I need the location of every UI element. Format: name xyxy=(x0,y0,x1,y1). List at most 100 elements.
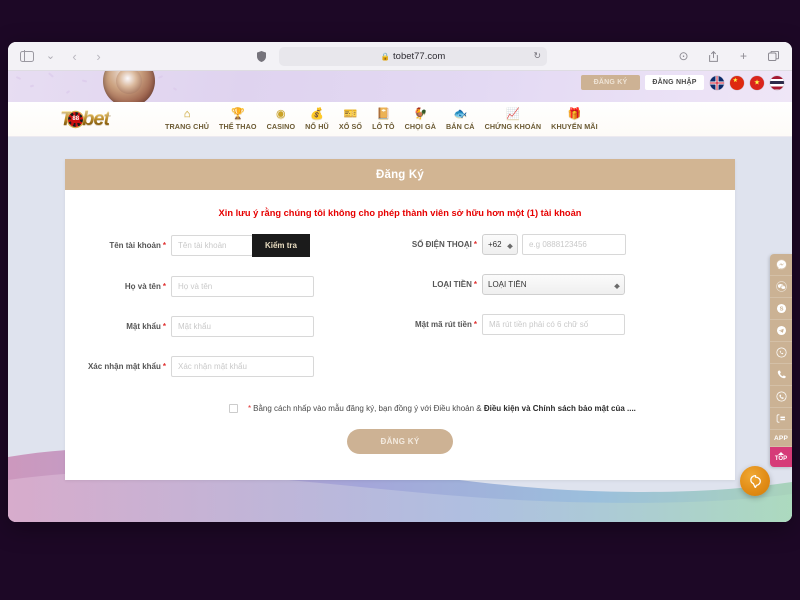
toolbar-right-controls: ⊙ + xyxy=(675,48,782,65)
check-username-button[interactable]: Kiểm tra xyxy=(252,234,310,257)
language-flag-cn[interactable]: ★ xyxy=(730,75,744,90)
field-row-currency: LOẠI TIỀN * LOẠI TIỀN xyxy=(400,274,717,295)
nav-item-xo-so[interactable]: 🎫 XỔ SỐ xyxy=(334,108,367,131)
whatsapp-icon[interactable] xyxy=(770,342,792,364)
chat-bubble-icon xyxy=(749,474,761,488)
register-button[interactable]: ĐĂNG KÝ xyxy=(581,75,640,90)
required-marker: * xyxy=(162,322,166,331)
roulette-wheel-graphic xyxy=(103,71,155,102)
required-marker: * xyxy=(162,282,166,291)
submit-row: ĐĂNG KÝ xyxy=(65,413,735,480)
wechat-icon[interactable] xyxy=(770,276,792,298)
registration-form: Tên tài khoản* Kiểm tra Họ và tên* xyxy=(65,234,735,396)
live-chat-button[interactable] xyxy=(740,466,770,496)
privacy-shield-icon[interactable] xyxy=(253,48,270,65)
site-top-bar: ĐĂNG KÝ ĐĂNG NHẬP ★ ★ xyxy=(8,71,792,102)
nav-label: XỔ SỐ xyxy=(338,121,363,131)
browser-toolbar: ⌄ ‹ › 🔒 tobet77.com ↻ ⊙ + xyxy=(8,42,792,71)
login-button[interactable]: ĐĂNG NHẬP xyxy=(645,75,704,90)
gift-icon: 🎁 xyxy=(567,107,582,120)
nav-items-list: ⌂ TRANG CHỦ 🏆 THỂ THAO ◉ CASINO 💰 NỔ HŨ … xyxy=(160,108,603,131)
terms-bullet: * xyxy=(248,404,252,413)
fullname-input[interactable] xyxy=(171,276,314,297)
password-input[interactable] xyxy=(171,316,314,337)
reload-icon[interactable]: ↻ xyxy=(533,51,541,62)
language-flag-th[interactable] xyxy=(770,75,784,90)
nav-label: THỂ THAO xyxy=(219,121,257,131)
viber-icon[interactable] xyxy=(770,386,792,408)
sidebar-chevron-down-icon[interactable]: ⌄ xyxy=(42,48,59,65)
banner-artwork xyxy=(8,71,338,102)
field-row-password: Mật khẩu * xyxy=(83,316,400,337)
telegram-icon[interactable] xyxy=(770,320,792,342)
label-username: Tên tài khoản * xyxy=(109,241,166,250)
registration-title: Đăng Ký xyxy=(65,159,735,190)
country-code-select[interactable]: +62 xyxy=(482,234,518,255)
field-row-confirm-password: Xác nhận mật khẩu * xyxy=(83,356,400,377)
terms-text-link[interactable]: Điều kiện và Chính sách bảo mật của .... xyxy=(484,404,636,413)
site-logo[interactable]: T 88 bet xyxy=(60,107,146,132)
confirm-password-input[interactable] xyxy=(171,356,314,377)
qr-code-icon[interactable] xyxy=(770,408,792,430)
new-tab-icon[interactable]: + xyxy=(735,48,752,65)
language-flag-uk[interactable] xyxy=(710,75,724,90)
currency-select[interactable]: LOẠI TIỀN xyxy=(482,274,625,295)
withdraw-pin-input[interactable] xyxy=(482,314,625,335)
country-code-wrapper: +62 xyxy=(482,234,518,255)
terms-checkbox[interactable] xyxy=(229,404,238,413)
browser-window: ⌄ ‹ › 🔒 tobet77.com ↻ ⊙ + ĐĂNG KÝ ĐĂNG N… xyxy=(8,42,792,522)
tab-overview-icon[interactable] xyxy=(765,48,782,65)
nav-label: CHỌI GÀ xyxy=(404,121,437,131)
nav-item-khuyen-mai[interactable]: 🎁 KHUYẾN MÃI xyxy=(546,108,603,131)
language-flag-vn[interactable]: ★ xyxy=(750,75,764,90)
messenger-icon[interactable] xyxy=(770,254,792,276)
toolbar-left-controls: ⌄ ‹ › xyxy=(18,48,107,65)
back-button-icon[interactable]: ‹ xyxy=(66,48,83,65)
nav-item-choi-ga[interactable]: 🐓 CHỌI GÀ xyxy=(400,108,441,131)
registration-card: Đăng Ký Xin lưu ý rằng chúng tôi không c… xyxy=(65,159,735,480)
scroll-to-top-button[interactable]: TOP xyxy=(770,447,792,467)
casino-chip-icon: ◉ xyxy=(276,107,286,120)
skype-icon[interactable]: S xyxy=(770,298,792,320)
terms-text-normal: Bằng cách nhấp vào mẫu đăng ký, bạn đồng… xyxy=(253,404,484,413)
home-icon: ⌂ xyxy=(183,107,191,120)
auth-controls: ĐĂNG KÝ ĐĂNG NHẬP ★ ★ xyxy=(581,75,784,90)
nav-label: TRANG CHỦ xyxy=(165,121,210,131)
required-marker: * xyxy=(162,362,166,371)
nav-label: BẮN CÁ xyxy=(446,121,475,131)
registration-notice: Xin lưu ý rằng chúng tôi không cho phép … xyxy=(218,208,582,218)
nav-label: KHUYẾN MÃI xyxy=(551,121,598,131)
address-bar[interactable]: 🔒 tobet77.com ↻ xyxy=(279,46,547,66)
floating-contact-rail: S APP TOP xyxy=(770,254,792,467)
phone-input[interactable] xyxy=(522,234,626,255)
trophy-icon: 🏆 xyxy=(230,107,245,120)
username-input[interactable] xyxy=(171,235,253,256)
nav-item-trang-chu[interactable]: ⌂ TRANG CHỦ xyxy=(160,108,214,131)
label-phone: SỐ ĐIỆN THOẠI * xyxy=(411,240,477,249)
phone-icon[interactable] xyxy=(770,364,792,386)
content-area: Đăng Ký Xin lưu ý rằng chúng tôi không c… xyxy=(8,137,792,522)
nav-item-casino[interactable]: ◉ CASINO xyxy=(262,108,301,131)
nav-item-no-hu[interactable]: 💰 NỔ HŨ xyxy=(300,108,334,131)
required-marker: * xyxy=(473,320,477,329)
url-text: tobet77.com xyxy=(393,50,446,62)
field-row-phone: SỐ ĐIỆN THOẠI * +62 xyxy=(400,234,717,255)
label-password: Mật khẩu * xyxy=(126,322,166,331)
downloads-icon[interactable]: ⊙ xyxy=(675,48,692,65)
nav-item-chung-khoan[interactable]: 📈 CHỨNG KHOÁN xyxy=(480,108,547,131)
nav-item-the-thao[interactable]: 🏆 THỂ THAO xyxy=(214,108,262,131)
rail-app-button[interactable]: APP xyxy=(770,430,792,447)
submit-register-button[interactable]: ĐĂNG KÝ xyxy=(347,429,453,454)
up-arrow-icon xyxy=(778,452,784,455)
sidebar-toggle-icon[interactable] xyxy=(18,48,35,65)
logo-wheel-icon: 88 xyxy=(68,111,84,127)
nav-item-lo-to[interactable]: 📔 LÔ TÔ xyxy=(367,108,399,131)
fish-icon: 🐟 xyxy=(453,107,468,120)
form-column-left: Tên tài khoản* Kiểm tra Họ và tên* xyxy=(83,234,400,396)
stock-chart-icon: 📈 xyxy=(506,107,520,120)
main-navigation: T 88 bet ⌂ TRANG CHỦ 🏆 THỂ THAO ◉ CASINO xyxy=(8,102,792,137)
rooster-icon: 🐓 xyxy=(413,107,428,120)
share-icon[interactable] xyxy=(705,48,722,65)
nav-item-ban-ca[interactable]: 🐟 BẮN CÁ xyxy=(441,108,480,131)
forward-button-icon[interactable]: › xyxy=(90,48,107,65)
